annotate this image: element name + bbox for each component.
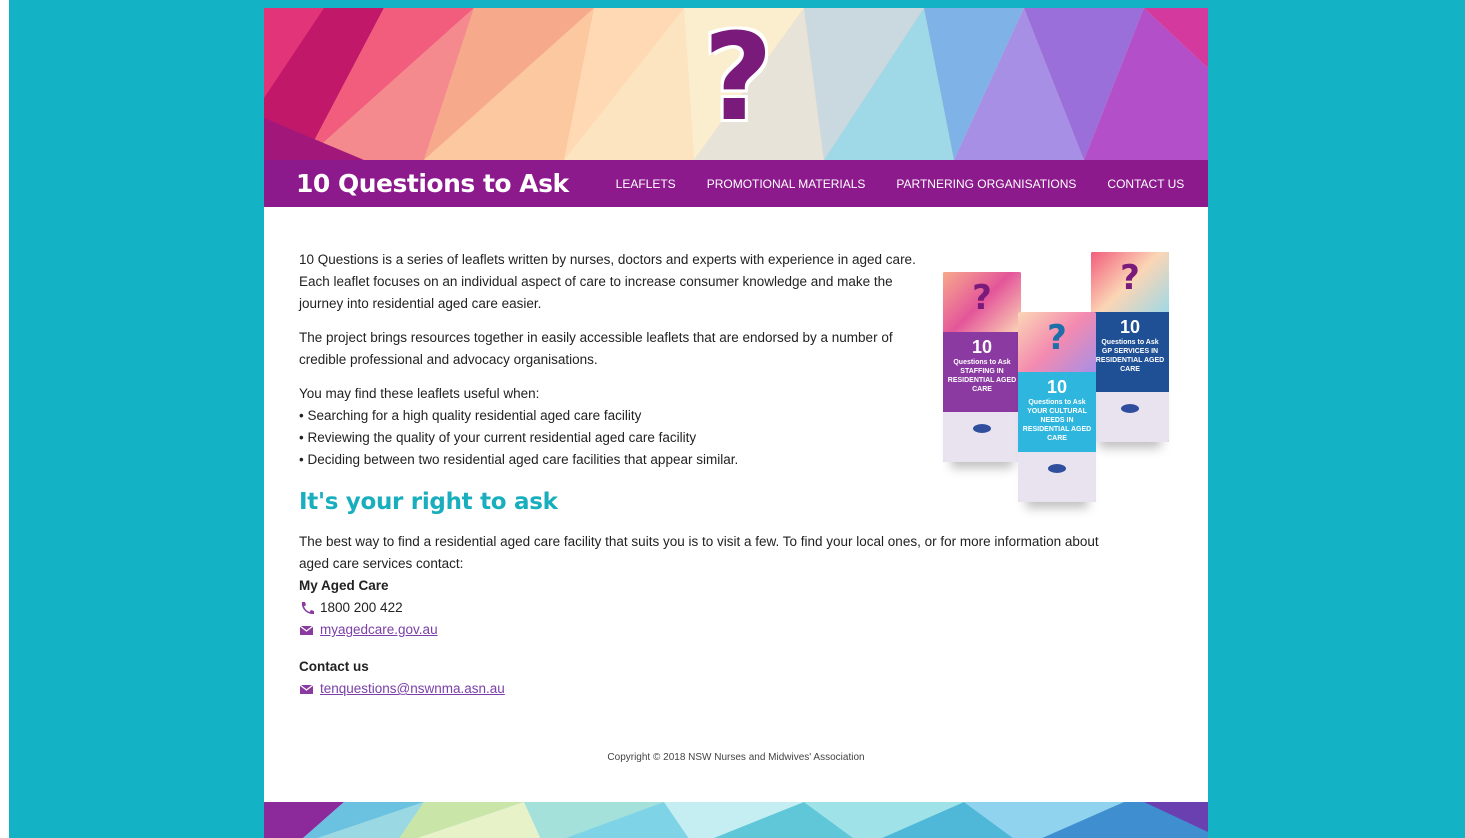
contact-us-heading: Contact us <box>299 659 369 674</box>
uses-list: You may find these leaflets useful when:… <box>299 383 924 471</box>
navbar: 10 Questions to Ask LEAFLETS PROMOTIONAL… <box>264 160 1208 207</box>
nav-leaflets[interactable]: LEAFLETS <box>616 177 676 191</box>
site-title[interactable]: 10 Questions to Ask <box>296 169 569 198</box>
phone-line: 1800 200 422 <box>299 597 1179 619</box>
my-aged-care-label: My Aged Care <box>299 578 389 593</box>
main-nav: LEAFLETS PROMOTIONAL MATERIALS PARTNERIN… <box>616 177 1185 191</box>
nav-partnering-organisations[interactable]: PARTNERING ORGANISATIONS <box>896 177 1076 191</box>
main-content: 10 Questions is a series of leaflets wri… <box>299 249 1179 700</box>
page-container: ? 10 Questions to Ask LEAFLETS PROMOTION… <box>264 8 1208 838</box>
section-heading: It's your right to ask <box>299 489 558 515</box>
intro-paragraph-2: The project brings resources together in… <box>299 330 893 367</box>
contact-email-link[interactable]: tenquestions@nswnma.asn.au <box>320 678 505 700</box>
envelope-icon <box>299 625 314 635</box>
phone-icon <box>301 602 314 615</box>
email-line: tenquestions@nswnma.asn.au <box>299 678 1179 700</box>
my-aged-care-link[interactable]: myagedcare.gov.au <box>320 619 438 641</box>
nav-promotional-materials[interactable]: PROMOTIONAL MATERIALS <box>707 177 866 191</box>
uses-item: • Searching for a high quality residenti… <box>299 408 642 423</box>
intro-paragraph-1: 10 Questions is a series of leaflets wri… <box>299 252 916 311</box>
copyright-text: Copyright © 2018 NSW Nurses and Midwives… <box>607 752 865 763</box>
question-mark-logo: ? <box>703 9 773 148</box>
intro-section: 10 Questions is a series of leaflets wri… <box>299 249 1179 471</box>
nav-contact-us[interactable]: CONTACT US <box>1107 177 1184 191</box>
phone-number: 1800 200 422 <box>320 600 403 615</box>
uses-heading: You may find these leaflets useful when: <box>299 386 540 401</box>
contact-intro-paragraph: The best way to find a residential aged … <box>299 534 1099 571</box>
footer-banner <box>264 802 1208 838</box>
envelope-icon <box>299 684 314 694</box>
header-banner: ? <box>264 8 1208 160</box>
website-line: myagedcare.gov.au <box>299 619 1179 641</box>
uses-item: • Reviewing the quality of your current … <box>299 430 697 445</box>
uses-item: • Deciding between two residential aged … <box>299 452 739 467</box>
